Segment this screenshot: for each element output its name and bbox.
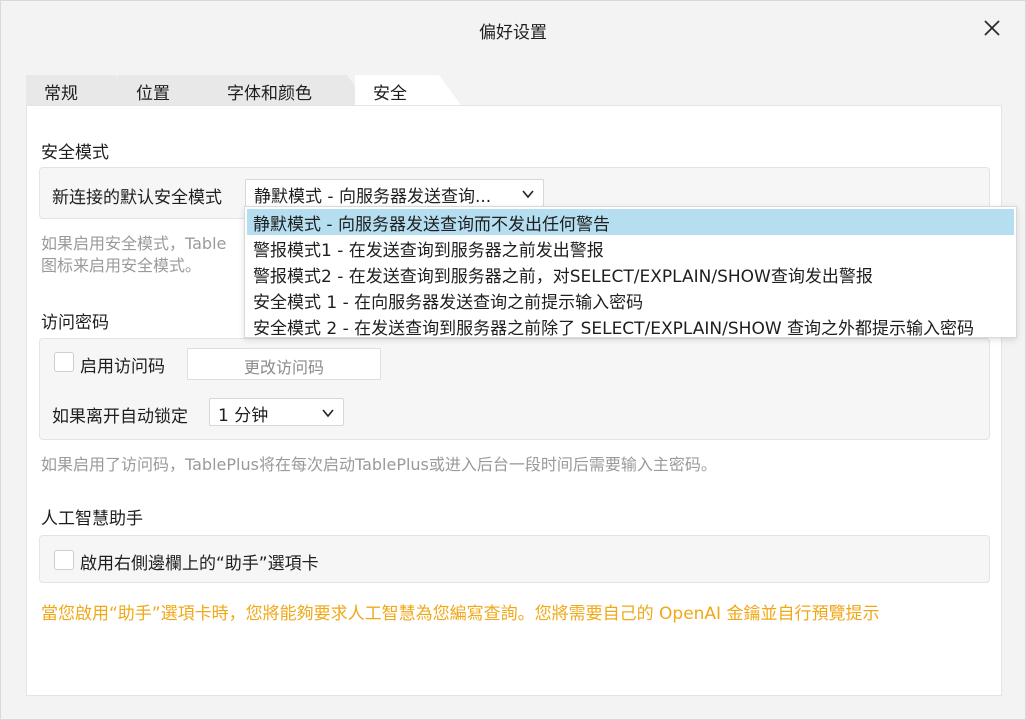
safe-mode-help-line2: 图标来启用安全模式。 <box>41 256 202 275</box>
enable-assistant-label: 啟用右側邊欄上的“助手”選項卡 <box>80 554 319 574</box>
preferences-window: 偏好设置 常规 位置 字体和颜色 安全 安全模式 新连接的默认安全模式 静默模式… <box>0 0 1026 720</box>
enable-assistant-checkbox[interactable] <box>54 550 74 570</box>
title-bar: 偏好设置 <box>1 1 1025 57</box>
autolock-select-value: 1 分钟 <box>218 406 269 426</box>
safe-mode-option[interactable]: 警报模式2 - 在发送查询到服务器之前，对SELECT/EXPLAIN/SHOW… <box>247 261 1014 287</box>
safe-mode-title: 安全模式 <box>41 143 109 163</box>
close-button[interactable] <box>979 15 1005 41</box>
autolock-label: 如果离开自动锁定 <box>52 407 188 427</box>
close-icon <box>984 20 1000 36</box>
ai-assistant-title: 人工智慧助手 <box>41 509 143 529</box>
chevron-down-icon <box>522 190 534 199</box>
safe-mode-select-value: 静默模式 - 向服务器发送查询... <box>254 187 492 207</box>
safe-mode-option[interactable]: 警报模式1 - 在发送查询到服务器之前发出警报 <box>247 235 1014 261</box>
passcode-title: 访问密码 <box>41 313 109 333</box>
safe-mode-select[interactable]: 静默模式 - 向服务器发送查询... <box>245 179 544 207</box>
safe-mode-option[interactable]: 安全模式 1 - 在向服务器发送查询之前提示输入密码 <box>247 287 1014 313</box>
enable-passcode-label: 启用访问码 <box>80 357 165 377</box>
safe-mode-option[interactable]: 安全模式 2 - 在发送查询到服务器之前除了 SELECT/EXPLAIN/SH… <box>247 313 1014 339</box>
enable-passcode-checkbox[interactable] <box>54 352 74 372</box>
security-panel: 安全模式 新连接的默认安全模式 静默模式 - 向服务器发送查询... 如果启用安… <box>26 105 1002 696</box>
chevron-down-icon <box>322 409 334 418</box>
ai-assistant-warning: 當您啟用“助手”選項卡時，您將能夠要求人工智慧為您編寫查詢。您將需要自己的 Op… <box>41 604 880 624</box>
change-passcode-button[interactable]: 更改访问码 <box>187 348 381 380</box>
tab-fonts-colors[interactable]: 字体和颜色 <box>209 75 369 105</box>
autolock-select[interactable]: 1 分钟 <box>209 398 344 426</box>
window-title: 偏好设置 <box>479 23 547 43</box>
default-safe-mode-label: 新连接的默认安全模式 <box>52 188 222 208</box>
tab-security[interactable]: 安全 <box>355 75 461 105</box>
ai-assistant-group: 啟用右側邊欄上的“助手”選項卡 <box>39 535 990 583</box>
safe-mode-dropdown-list: 静默模式 - 向服务器发送查询而不发出任何警告 警报模式1 - 在发送查询到服务… <box>244 206 1017 339</box>
safe-mode-help-line1: 如果启用安全模式，Table <box>41 234 227 253</box>
passcode-group: 启用访问码 更改访问码 如果离开自动锁定 1 分钟 <box>39 338 990 440</box>
passcode-help: 如果启用了访问码，TablePlus将在每次启动TablePlus或进入后台一段… <box>41 455 717 474</box>
safe-mode-option[interactable]: 静默模式 - 向服务器发送查询而不发出任何警告 <box>247 209 1014 235</box>
